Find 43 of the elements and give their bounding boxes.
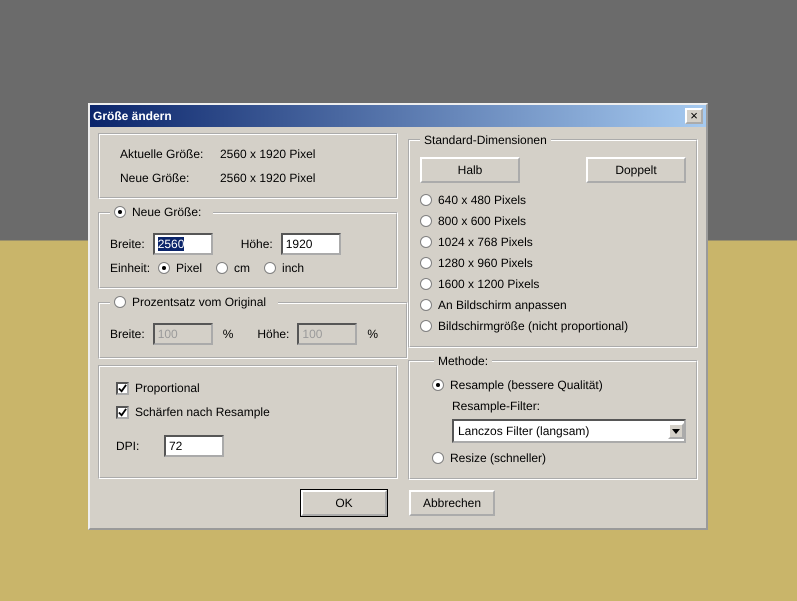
unit-label: % bbox=[222, 327, 234, 341]
field-label: Breite: bbox=[110, 237, 145, 251]
group-title: Methode: bbox=[437, 354, 490, 368]
dialog-button[interactable]: OK bbox=[301, 490, 387, 516]
radio-option[interactable]: cm bbox=[216, 261, 250, 275]
info-value: 2560 x 1920 Pixel bbox=[220, 171, 316, 185]
radio-option[interactable]: Prozentsatz vom Original bbox=[114, 295, 266, 309]
info-value: 2560 x 1920 Pixel bbox=[220, 147, 316, 161]
radio-option[interactable]: 800 x 600 Pixels bbox=[420, 214, 686, 228]
unit-label: % bbox=[367, 327, 378, 341]
field-label: Breite: bbox=[110, 327, 145, 341]
radio-option[interactable]: An Bildschirm anpassen bbox=[420, 298, 686, 312]
group-title: Standard-Dimensionen bbox=[423, 133, 548, 147]
radio-option[interactable]: Resize (schneller) bbox=[432, 451, 686, 465]
field-label: Einheit: bbox=[110, 261, 150, 275]
radio-option[interactable]: Resample (bessere Qualität) bbox=[432, 378, 686, 392]
filter-dropdown[interactable]: Lanczos Filter (langsam) bbox=[452, 419, 686, 443]
radio-option[interactable]: 1024 x 768 Pixels bbox=[420, 235, 686, 249]
radio-option[interactable]: Neue Größe: bbox=[114, 205, 202, 219]
window-title: Größe ändern bbox=[93, 109, 172, 123]
dialog-button[interactable]: Abbrechen bbox=[409, 490, 495, 516]
radio-option[interactable]: 640 x 480 Pixels bbox=[420, 193, 686, 207]
checkbox-option[interactable]: Schärfen nach Resample bbox=[116, 405, 372, 419]
radio-option[interactable]: Bildschirmgröße (nicht proportional) bbox=[420, 319, 686, 333]
radio-option[interactable]: 1280 x 960 Pixels bbox=[420, 256, 686, 270]
field-label: DPI: bbox=[116, 439, 140, 453]
info-label: Neue Größe: bbox=[120, 171, 190, 185]
input-field[interactable]: 2560 bbox=[152, 233, 213, 255]
checkmark-icon bbox=[118, 408, 127, 416]
field-label: Resample-Filter: bbox=[452, 399, 542, 413]
info-label: Aktuelle Größe: bbox=[120, 147, 204, 161]
field-label: Höhe: bbox=[240, 237, 273, 251]
radio-option[interactable]: 1600 x 1200 Pixels bbox=[420, 277, 686, 291]
close-button[interactable]: × bbox=[685, 108, 703, 124]
field-label: Höhe: bbox=[257, 327, 290, 341]
input-field[interactable]: 72 bbox=[164, 435, 224, 457]
size-button[interactable]: Halb bbox=[420, 157, 520, 183]
radio-option[interactable]: inch bbox=[264, 261, 304, 275]
input-field[interactable]: 1920 bbox=[280, 233, 341, 255]
radio-option[interactable]: Pixel bbox=[158, 261, 202, 275]
size-button[interactable]: Doppelt bbox=[586, 157, 686, 183]
checkbox-option[interactable]: Proportional bbox=[116, 381, 372, 395]
checkmark-icon bbox=[118, 384, 127, 392]
